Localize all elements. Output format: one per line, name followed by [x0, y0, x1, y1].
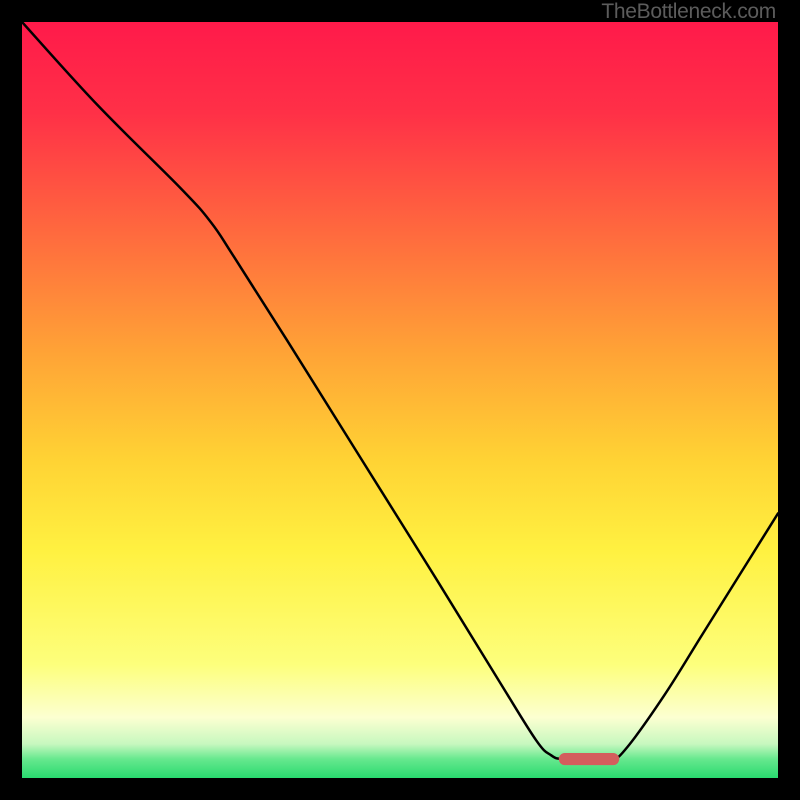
gradient-background: [22, 22, 778, 778]
chart-svg: [22, 22, 778, 778]
watermark-text: TheBottleneck.com: [601, 0, 776, 24]
bottleneck-chart: [22, 22, 778, 778]
optimal-marker: [559, 753, 619, 765]
